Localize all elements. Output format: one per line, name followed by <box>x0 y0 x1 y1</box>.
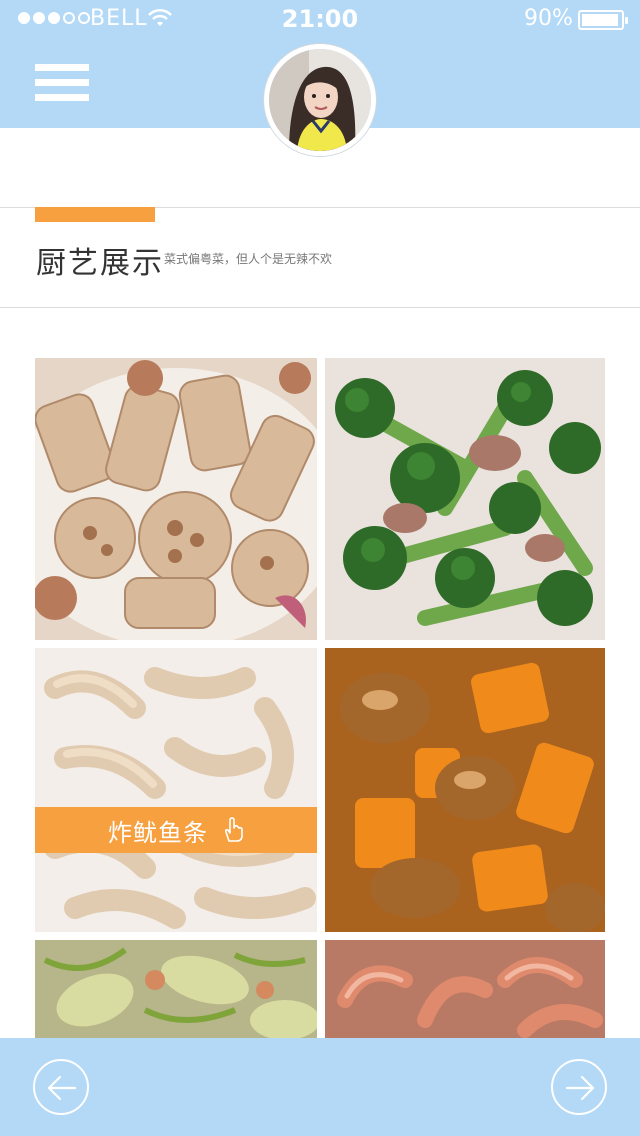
dish-photo <box>325 940 605 1038</box>
prev-button[interactable] <box>33 1059 89 1115</box>
dish-label-text: 炸鱿鱼条 <box>108 818 208 847</box>
section-subtitle: 菜式偏粤菜，但人个是无辣不欢 <box>164 252 333 266</box>
dish-tile-melon-stir-fry[interactable] <box>35 940 317 1038</box>
divider-bottom <box>0 307 640 308</box>
dish-tile-pumpkin-chicken[interactable] <box>325 648 605 932</box>
dish-tile-lotus-root[interactable] <box>35 358 317 640</box>
next-button[interactable] <box>551 1059 607 1115</box>
section-title: 厨艺展示 <box>36 246 164 281</box>
battery-icon <box>578 10 628 30</box>
dish-label: 炸鱿鱼条 <box>35 807 317 853</box>
dish-photo <box>325 358 605 640</box>
dish-photo <box>35 940 317 1038</box>
battery-percentage: 90% <box>524 6 573 31</box>
dish-photo <box>325 648 605 932</box>
arrow-left-icon <box>47 1075 77 1101</box>
status-bar: BELL 21:00 90% <box>0 0 640 40</box>
dish-tile-broccoli[interactable] <box>325 358 605 640</box>
hamburger-icon[interactable] <box>35 64 89 102</box>
section-accent-bar <box>35 207 155 222</box>
footer-bar <box>0 1038 640 1136</box>
app-screen: BELL 21:00 90% 厨艺展示 菜式偏粤菜，但人个是无辣不欢 炸鱿鱼条 <box>0 0 640 1136</box>
dish-photo <box>35 358 317 640</box>
profile-avatar[interactable] <box>264 44 376 156</box>
selection-overlay <box>35 648 317 932</box>
dish-tile-shrimp[interactable] <box>325 940 605 1038</box>
arrow-right-icon <box>565 1075 595 1101</box>
dish-tile-fried-squid[interactable]: 炸鱿鱼条 <box>35 648 317 932</box>
pointer-hand-icon <box>224 817 243 842</box>
